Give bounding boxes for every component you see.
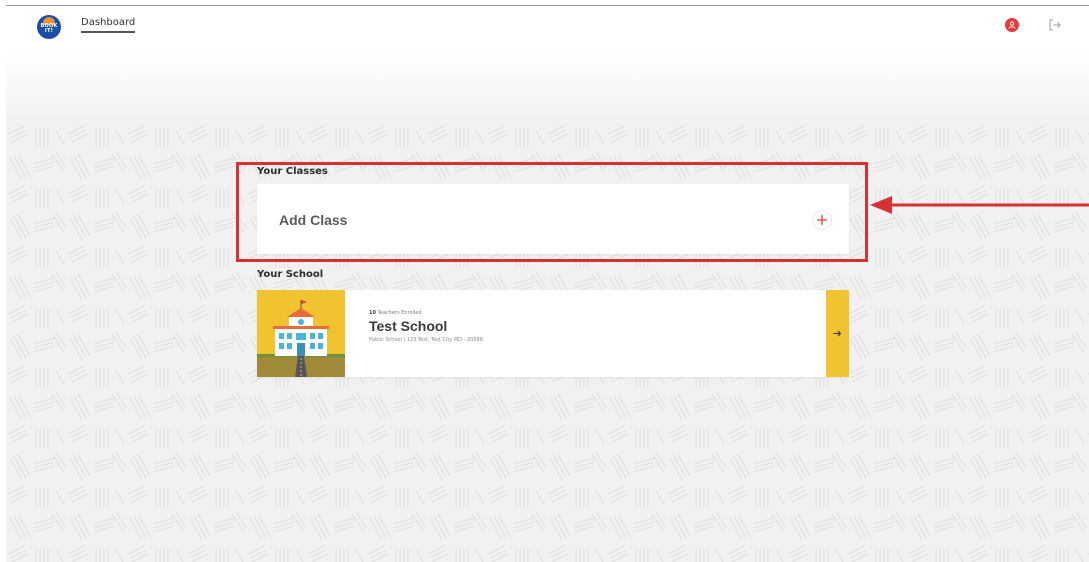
school-building-image: [257, 290, 345, 377]
nav-dashboard-tab[interactable]: Dashboard: [81, 17, 136, 33]
school-address: Public School | 123 Test, Test City MD -…: [369, 337, 483, 343]
top-bar: BOOK IT! Dashboard: [6, 6, 1089, 50]
user-icon: [1008, 21, 1016, 29]
book-it-logo[interactable]: BOOK IT!: [37, 15, 61, 39]
school-card[interactable]: 10 Teachers Enrolled Test School Public …: [257, 290, 849, 377]
your-school-heading: Your School: [257, 269, 324, 280]
open-school-button[interactable]: [826, 290, 849, 377]
arrow-right-icon: [833, 330, 842, 337]
school-info: 10 Teachers Enrolled Test School Public …: [369, 310, 483, 343]
logout-icon[interactable]: [1047, 17, 1063, 33]
app-window: BOOK IT! Dashboard Your Classes Add Clas…: [6, 5, 1089, 562]
annotation-highlight-box: [236, 162, 868, 262]
annotation-arrow-icon: [870, 196, 1089, 214]
teachers-enrolled: 10 Teachers Enrolled: [369, 310, 483, 316]
banner-area: [6, 50, 1089, 124]
logo-text: BOOK IT!: [40, 23, 58, 34]
teachers-count: 10: [369, 310, 376, 316]
school-name: Test School: [369, 318, 448, 334]
user-avatar-button[interactable]: [1005, 18, 1019, 32]
teachers-enrolled-label: Teachers Enrolled: [377, 310, 422, 316]
